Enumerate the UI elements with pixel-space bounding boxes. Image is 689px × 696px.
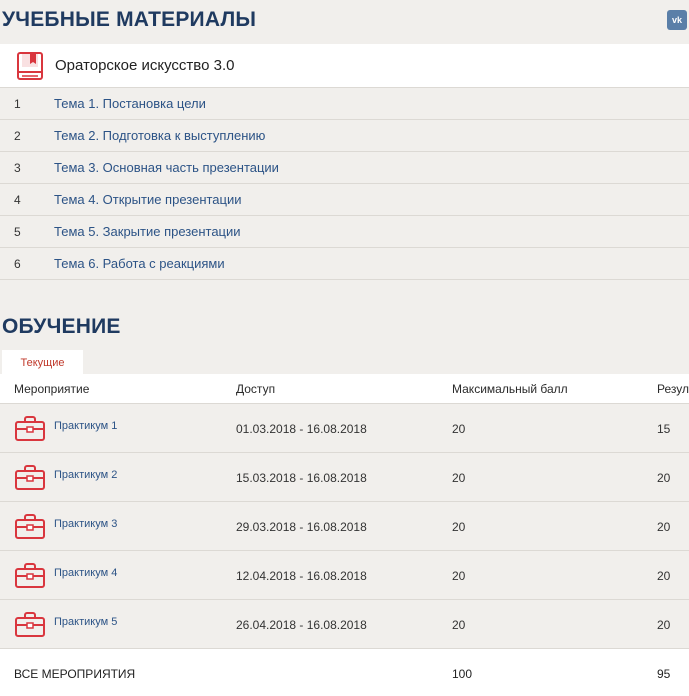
learning-section-title: ОБУЧЕНИЕ	[2, 315, 121, 338]
topic-row: 2 Тема 2. Подготовка к выступлению	[0, 120, 689, 152]
briefcase-icon	[15, 563, 45, 588]
column-header-max-score[interactable]: Максимальный балл	[452, 382, 568, 396]
table-footer: ВСЕ МЕРОПРИЯТИЯ 100 95	[0, 649, 689, 696]
access-period: 29.03.2018 - 16.08.2018	[236, 520, 367, 534]
result-total: 95	[657, 667, 671, 681]
max-total: 100	[452, 667, 473, 681]
column-header-event[interactable]: Мероприятие	[14, 382, 89, 396]
table-row: Практикум 3 29.03.2018 - 16.08.2018 20 20	[0, 502, 689, 551]
result-score: 20	[657, 520, 671, 534]
table-row: Практикум 5 26.04.2018 - 16.08.2018 20 20	[0, 600, 689, 649]
max-score: 20	[452, 422, 466, 436]
table-header: Мероприятие Доступ Максимальный балл Рез…	[0, 374, 689, 404]
tab-current[interactable]: Текущие	[2, 350, 83, 376]
all-events-label: ВСЕ МЕРОПРИЯТИЯ	[14, 667, 136, 681]
topic-row: 1 Тема 1. Постановка цели	[0, 88, 689, 120]
topic-row: 5 Тема 5. Закрытие презентации	[0, 216, 689, 248]
briefcase-icon	[15, 416, 45, 441]
table-row: Практикум 2 15.03.2018 - 16.08.2018 20 20	[0, 453, 689, 502]
column-header-access[interactable]: Доступ	[236, 382, 275, 396]
result-score: 20	[657, 471, 671, 485]
events-table-body: Практикум 1 01.03.2018 - 16.08.2018 20 15 Пр…	[0, 404, 689, 649]
topic-link[interactable]: Тема 3. Основная часть презентации	[54, 160, 279, 175]
briefcase-icon	[15, 465, 45, 490]
event-name-link[interactable]: Практикум 3	[54, 518, 117, 530]
access-period: 12.04.2018 - 16.08.2018	[236, 569, 367, 583]
topic-number: 5	[14, 225, 21, 239]
topic-link[interactable]: Тема 5. Закрытие презентации	[54, 224, 241, 239]
max-score: 20	[452, 520, 466, 534]
topic-link[interactable]: Тема 1. Постановка цели	[54, 96, 206, 111]
topic-link[interactable]: Тема 4. Открытие презентации	[54, 192, 242, 207]
result-score: 15	[657, 422, 671, 436]
result-score: 20	[657, 618, 671, 632]
materials-section-title: УЧЕБНЫЕ МАТЕРИАЛЫ	[2, 8, 257, 31]
max-score: 20	[452, 569, 466, 583]
vk-icon[interactable]: vk	[667, 10, 687, 30]
event-name-link[interactable]: Практикум 5	[54, 616, 117, 628]
topic-number: 2	[14, 129, 21, 143]
book-icon	[17, 52, 43, 80]
topic-row: 6 Тема 6. Работа с реакциями	[0, 248, 689, 280]
topic-number: 1	[14, 97, 21, 111]
briefcase-icon	[15, 612, 45, 637]
topic-link[interactable]: Тема 2. Подготовка к выступлению	[54, 128, 265, 143]
table-row: Практикум 4 12.04.2018 - 16.08.2018 20 20	[0, 551, 689, 600]
topic-number: 3	[14, 161, 21, 175]
topic-row: 3 Тема 3. Основная часть презентации	[0, 152, 689, 184]
course-title[interactable]: Ораторское искусство 3.0	[55, 57, 234, 74]
result-score: 20	[657, 569, 671, 583]
column-header-result[interactable]: Резуль	[657, 382, 689, 396]
event-name-link[interactable]: Практикум 2	[54, 469, 117, 481]
table-row: Практикум 1 01.03.2018 - 16.08.2018 20 15	[0, 404, 689, 453]
access-period: 15.03.2018 - 16.08.2018	[236, 471, 367, 485]
topic-link[interactable]: Тема 6. Работа с реакциями	[54, 256, 225, 271]
topic-number: 6	[14, 257, 21, 271]
event-name-link[interactable]: Практикум 4	[54, 567, 117, 579]
access-period: 01.03.2018 - 16.08.2018	[236, 422, 367, 436]
event-name-link[interactable]: Практикум 1	[54, 420, 117, 432]
course-card: Ораторское искусство 3.0	[0, 44, 689, 88]
topic-list: 1 Тема 1. Постановка цели 2 Тема 2. Подгото…	[0, 88, 689, 280]
topic-row: 4 Тема 4. Открытие презентации	[0, 184, 689, 216]
max-score: 20	[452, 471, 466, 485]
access-period: 26.04.2018 - 16.08.2018	[236, 618, 367, 632]
briefcase-icon	[15, 514, 45, 539]
topic-number: 4	[14, 193, 21, 207]
max-score: 20	[452, 618, 466, 632]
